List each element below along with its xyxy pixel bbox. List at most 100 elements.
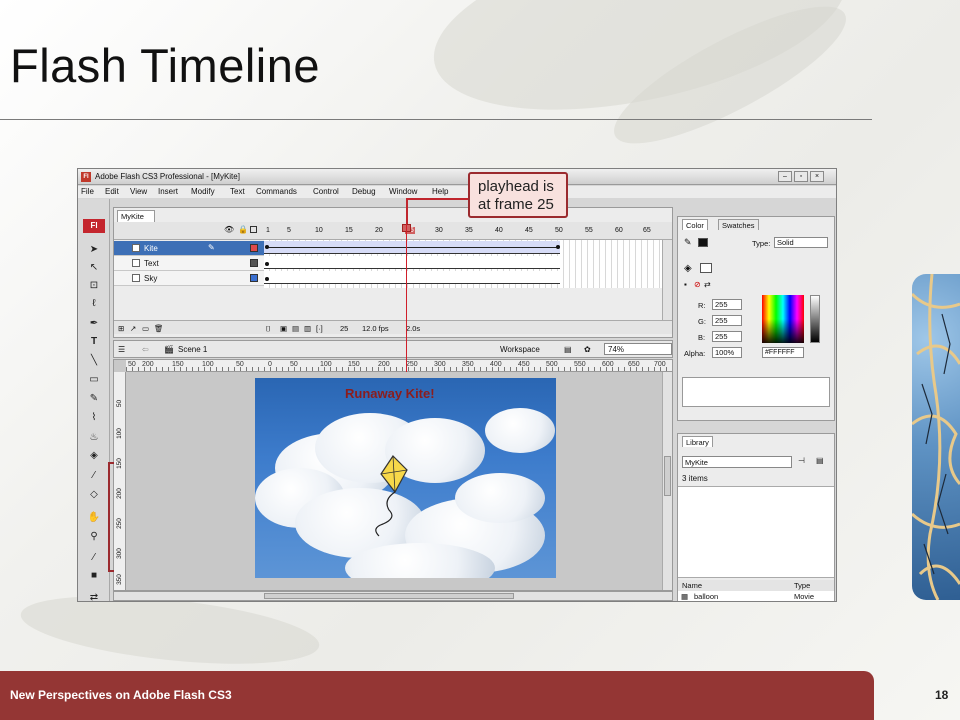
library-doc-select[interactable]: MyKite [682,456,792,468]
add-guide-icon[interactable]: ↗ [130,324,136,333]
menu-debug[interactable]: Debug [352,187,376,196]
playhead-line [406,224,407,372]
tab-library[interactable]: Library [682,436,713,447]
lasso-tool-icon[interactable]: ℓ [87,297,101,310]
new-folder-icon[interactable]: ▭ [142,324,149,333]
new-layer-icon[interactable]: ⊞ [118,324,124,333]
flash-app-icon: Fl [81,172,91,182]
hand-tool-icon[interactable]: ✋ [87,511,101,524]
menu-view[interactable]: View [130,187,147,196]
layer-row-text[interactable]: Text [114,256,264,271]
paint-bucket-tool-icon[interactable]: ◈ [87,449,101,462]
onion-outline-icon[interactable]: ▤ [292,324,299,333]
minimize-button[interactable]: – [778,171,792,182]
frame-number: 20 [375,227,383,234]
swap-colors-icon[interactable]: ⇄ [704,280,711,289]
timeline-vscroll[interactable] [662,240,672,320]
b-field[interactable]: 255 [712,331,742,342]
frame-rate: 12.0 fps [362,324,389,333]
layer-row-kite[interactable]: Kite ✎ [114,241,264,256]
back-arrow-icon[interactable]: ⇦ [142,345,149,354]
delete-layer-icon[interactable]: 🗑 [154,324,164,333]
pen-tool-icon[interactable]: ✒ [87,317,101,330]
column-name[interactable]: Name [682,581,702,590]
ink-bottle-tool-icon[interactable]: ♨ [87,431,101,444]
ruler-label: 500 [546,361,558,368]
hex-field[interactable]: #FFFFFF [762,347,804,358]
type-select[interactable]: Solid [774,237,828,248]
new-library-icon[interactable]: ▤ [816,456,824,465]
rectangle-tool-icon[interactable]: ▭ [87,373,101,386]
layer-color-swatch [250,274,258,282]
tab-swatches[interactable]: Swatches [718,219,759,230]
line-tool-icon[interactable]: ╲ [87,354,101,367]
stroke-color-icon[interactable]: ⁄ [87,551,101,564]
stroke-swatch[interactable] [698,238,708,247]
frame-span-text [264,256,560,269]
black-white-icon[interactable]: ▪ [684,280,687,289]
tab-color[interactable]: Color [682,219,708,230]
lock-icon[interactable]: 🔒 [238,225,248,234]
movie-clip-icon: ▦ [681,592,689,601]
scene-name[interactable]: Scene 1 [178,345,207,354]
eyedropper-tool-icon[interactable]: ⁄ [87,469,101,482]
selection-tool-icon[interactable]: ➤ [87,243,101,256]
document-tab[interactable]: MyKite [117,210,155,222]
keyframe-dot [265,277,269,281]
menu-window[interactable]: Window [389,187,417,196]
frame-grid[interactable] [264,240,662,288]
free-transform-tool-icon[interactable]: ⊡ [87,279,101,292]
no-color-icon[interactable]: ⊘ [694,280,701,289]
scroll-thumb[interactable] [264,593,514,599]
edit-symbol-icon[interactable]: ✿ [584,345,591,354]
brush-tool-icon[interactable]: ⌇ [87,411,101,424]
edit-multiple-icon[interactable]: ▥ [304,324,311,333]
timeline-toggle-icon[interactable]: ☰ [118,345,125,354]
menu-control[interactable]: Control [313,187,339,196]
stage-vscroll[interactable] [662,372,672,590]
layer-row-sky[interactable]: Sky [114,271,264,286]
fill-swatch[interactable] [700,263,712,273]
menu-help[interactable]: Help [432,187,448,196]
stage-hscroll[interactable] [113,591,673,601]
menu-commands[interactable]: Commands [256,187,297,196]
maximize-button[interactable]: ▫ [794,171,808,182]
scroll-thumb[interactable] [664,456,671,496]
zoom-select[interactable]: 74% [604,343,672,355]
menu-insert[interactable]: Insert [158,187,178,196]
text-tool-icon[interactable]: T [87,335,101,348]
onion-skin-icon[interactable]: ▣ [280,324,287,333]
menu-file[interactable]: File [81,187,94,196]
ruler-label: 150 [172,361,184,368]
menu-edit[interactable]: Edit [105,187,119,196]
callout-line2: at frame 25 [478,196,554,213]
alpha-field[interactable]: 100% [712,347,742,358]
fill-color-icon[interactable]: ■ [87,569,101,582]
zoom-tool-icon[interactable]: ⚲ [87,530,101,543]
stroke-color-icon[interactable]: ✎ [684,237,692,248]
eraser-tool-icon[interactable]: ◇ [87,488,101,501]
column-type[interactable]: Type [794,581,810,590]
fill-bucket-icon[interactable]: ◈ [684,263,692,274]
swap-colors-icon[interactable]: ⇄ [87,591,101,601]
pencil-tool-icon[interactable]: ✎ [87,392,101,405]
outline-icon[interactable] [250,226,257,233]
brightness-slider[interactable] [810,295,820,343]
stage-canvas[interactable]: Runaway Kite! [255,378,556,578]
close-button[interactable]: × [810,171,824,182]
subselection-tool-icon[interactable]: ↖ [87,261,101,274]
edit-scene-icon[interactable]: ▤ [564,345,572,354]
center-frame-icon[interactable]: ⌷ [266,324,271,334]
pin-icon[interactable]: ⊣ [798,456,805,465]
r-field[interactable]: 255 [712,299,742,310]
list-item[interactable]: ▦ balloon Movie [678,591,834,601]
menu-modify[interactable]: Modify [191,187,215,196]
edit-bar: ☰ ⇦ 🎬 Scene 1 Workspace ▤ ✿ 74% [113,340,673,358]
modify-markers-icon[interactable]: [·] [316,324,323,333]
workspace-menu[interactable]: Workspace [500,345,540,354]
keyframe-dot [265,245,269,249]
menu-text[interactable]: Text [230,187,245,196]
g-field[interactable]: 255 [712,315,742,326]
color-spectrum[interactable] [762,295,804,343]
eye-icon[interactable]: 👁 [224,225,234,234]
